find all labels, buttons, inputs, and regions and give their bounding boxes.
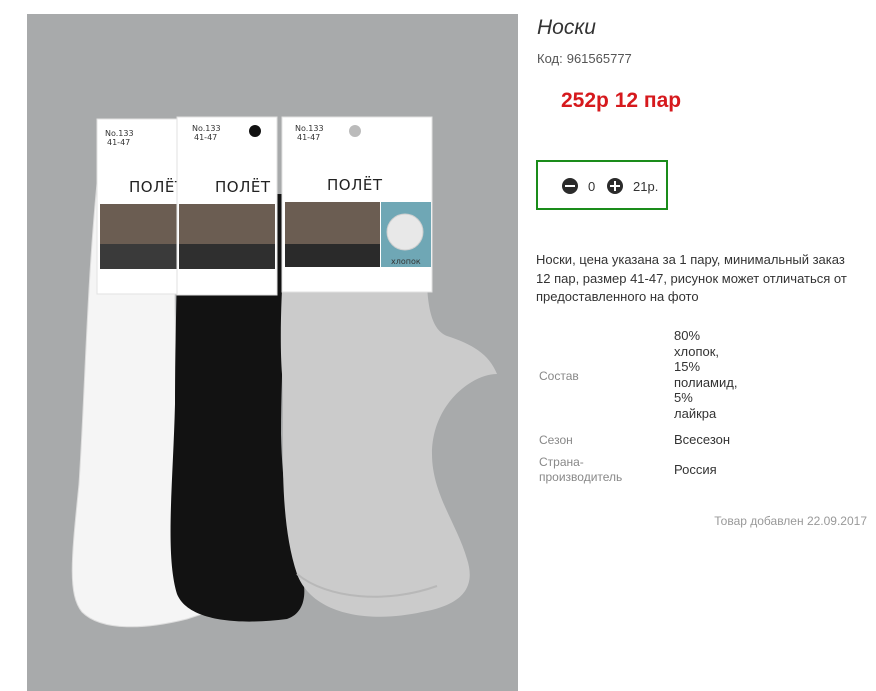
property-name: Сезон (539, 433, 573, 447)
value-line: лайкра (674, 405, 717, 421)
card-size-label: 41-47 (194, 133, 217, 142)
card-number-label: No.133 (295, 124, 324, 133)
quantity-value: 0 (588, 179, 596, 194)
minus-icon[interactable] (562, 178, 578, 194)
package-card-white: No.133 41-47 ПОЛЁТ (96, 118, 185, 295)
name-line: производитель (539, 470, 623, 484)
card-size-label: 41-47 (107, 138, 130, 147)
value-line: хлопок, (674, 343, 720, 359)
value-line: 5% (674, 390, 693, 405)
cotton-tag-label: хлопок (391, 257, 421, 266)
brand-label: ПОЛЁТ (215, 177, 271, 196)
product-title: Носки (537, 16, 596, 39)
card-number-label: No.133 (105, 129, 134, 138)
product-description: Носки, цена указана за 1 пару, минимальн… (536, 252, 847, 304)
code-label: Код: (537, 51, 563, 66)
property-value: Всесезон (674, 432, 731, 447)
name-line: Страна- (539, 455, 584, 469)
property-name: Состав (539, 369, 579, 383)
product-photo[interactable]: No.133 41-47 ПОЛЁТ No.133 41-47 ПОЛЁТ No… (27, 14, 518, 691)
quantity-sum: 21р. (633, 179, 659, 194)
property-value: Россия (674, 462, 717, 477)
property-value: 80% хлопок, 15% полиамид, 5% лайкра (674, 328, 737, 421)
code-value: 961565777 (566, 51, 632, 66)
package-card-black: No.133 41-47 ПОЛЁТ (176, 116, 278, 296)
property-name: Страна- производитель (539, 455, 622, 485)
quantity-stepper: 0 21р. (536, 160, 668, 210)
value-line: 15% (674, 359, 701, 374)
value-line: полиамид, (674, 374, 738, 390)
added-date: Товар добавлен 22.09.2017 (714, 514, 867, 528)
plus-icon[interactable] (607, 178, 623, 194)
brand-label: ПОЛЁТ (129, 177, 185, 196)
value-line: 80% (674, 328, 701, 343)
brand-label: ПОЛЁТ (327, 175, 383, 194)
package-card-grey: No.133 41-47 ПОЛЁТ хлопок (281, 116, 433, 293)
card-size-label: 41-47 (297, 133, 320, 142)
product-price: 252р 12 пар (561, 89, 682, 112)
socks-image: No.133 41-47 ПОЛЁТ No.133 41-47 ПОЛЁТ No… (71, 116, 497, 628)
card-number-label: No.133 (192, 124, 221, 133)
product-code: Код: 961565777 (537, 51, 632, 66)
